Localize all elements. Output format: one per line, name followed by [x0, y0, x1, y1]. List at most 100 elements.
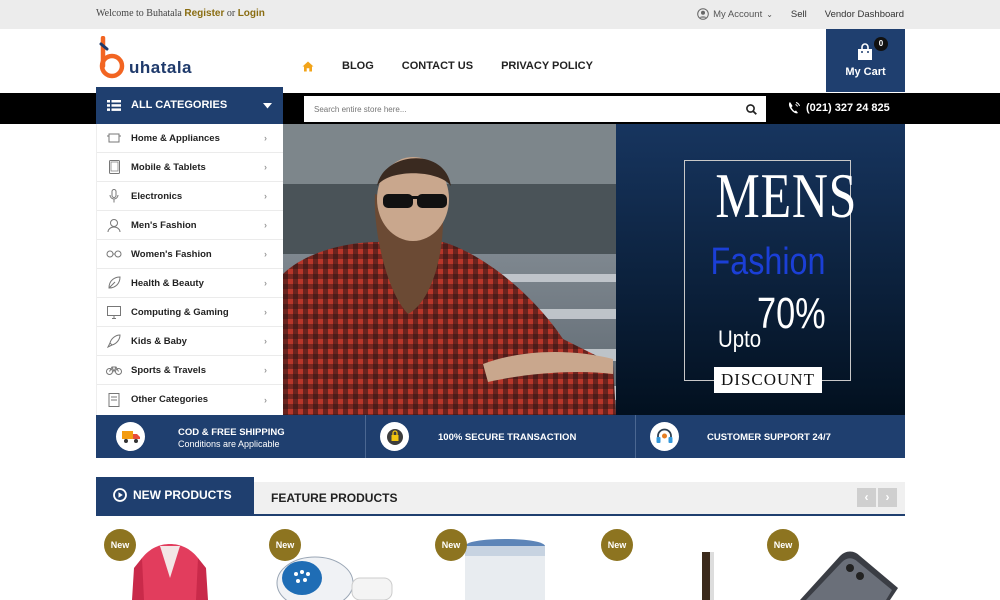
- search-box: [304, 96, 766, 122]
- phone-number: (021) 327 24 825: [806, 102, 890, 114]
- tab-label: FEATURE PRODUCTS: [271, 491, 398, 505]
- logo-b-icon: [99, 36, 125, 79]
- all-categories-label: ALL CATEGORIES: [131, 99, 228, 111]
- promo-upto: Upto: [718, 326, 762, 353]
- chevron-down-icon: ⌄: [766, 9, 773, 19]
- vendor-dashboard-link[interactable]: Vendor Dashboard: [825, 9, 904, 20]
- category-item-mens-fashion[interactable]: Men's Fashion ›: [97, 211, 284, 240]
- tab-label: NEW PRODUCTS: [133, 488, 232, 502]
- category-label: Electronics: [131, 190, 183, 202]
- feature-title: COD & FREE SHIPPING: [178, 427, 285, 438]
- logo[interactable]: uhatala: [97, 36, 217, 80]
- home-icon[interactable]: [302, 61, 314, 72]
- my-account-label: My Account: [713, 8, 763, 20]
- chevron-right-icon: ›: [264, 365, 267, 375]
- monitor-icon: [97, 298, 131, 327]
- tab-new-products[interactable]: NEW PRODUCTS: [96, 477, 254, 515]
- product-card[interactable]: [460, 538, 550, 600]
- feature-secure: 100% SECURE TRANSACTION: [366, 415, 635, 458]
- chevron-right-icon: ›: [264, 191, 267, 201]
- caret-down-icon: [263, 103, 272, 109]
- top-bar: Welcome to Buhatala Register or Login My…: [0, 0, 1000, 29]
- category-label: Health & Beauty: [131, 277, 204, 289]
- new-badge: New: [104, 529, 136, 561]
- rocket-icon: [97, 327, 131, 356]
- feature-support: CUSTOMER SUPPORT 24/7: [636, 415, 905, 458]
- product-image-container: [465, 539, 545, 600]
- nav-contact-us[interactable]: CONTACT US: [402, 60, 473, 72]
- nav-blog[interactable]: BLOG: [342, 60, 374, 72]
- promo-subtitle: Fashion: [710, 241, 826, 283]
- man-icon: [97, 211, 131, 240]
- chevron-right-icon: ›: [264, 220, 267, 230]
- feature-title: 100% SECURE TRANSACTION: [438, 432, 577, 443]
- category-item-health-beauty[interactable]: Health & Beauty ›: [97, 269, 284, 298]
- category-item-home-appliances[interactable]: Home & Appliances ›: [97, 124, 284, 153]
- phone-icon: [788, 102, 800, 114]
- bearded-man-photo: [283, 124, 616, 415]
- product-card[interactable]: [680, 538, 740, 600]
- category-item-sports-travels[interactable]: Sports & Travels ›: [97, 356, 284, 385]
- welcome-message: Welcome to Buhatala Register or Login: [96, 8, 265, 19]
- welcome-text: Welcome to Buhatala: [96, 8, 182, 19]
- category-label: Other Categories: [131, 394, 209, 405]
- or-text: or: [226, 8, 236, 19]
- product-tabs: NEW PRODUCTS FEATURE PRODUCTS: [96, 477, 905, 515]
- category-item-mobile-tablets[interactable]: Mobile & Tablets ›: [97, 153, 284, 182]
- phone-contact: (021) 327 24 825: [787, 101, 890, 115]
- list-icon: [107, 100, 121, 111]
- category-item-electronics[interactable]: Electronics ›: [97, 182, 284, 211]
- feature-shipping: COD & FREE SHIPPING Conditions are Appli…: [96, 415, 365, 458]
- chevron-right-icon: ›: [264, 249, 267, 259]
- book-icon: [97, 385, 131, 414]
- bicycle-icon: [97, 356, 131, 385]
- appliance-icon: [97, 124, 131, 153]
- chevron-right-icon: ›: [264, 278, 267, 288]
- main-nav: BLOG CONTACT US PRIVACY POLICY: [302, 60, 593, 72]
- feature-title: CUSTOMER SUPPORT 24/7: [707, 432, 831, 443]
- tab-underline: [96, 514, 905, 516]
- chevron-right-icon: ›: [264, 336, 267, 346]
- search-icon[interactable]: [746, 104, 757, 115]
- new-badge: New: [269, 529, 301, 561]
- carousel-next-button[interactable]: ›: [878, 488, 897, 507]
- promo-discount-tag: DISCOUNT: [714, 367, 822, 393]
- register-link[interactable]: Register: [184, 8, 224, 19]
- cart-button[interactable]: 0 My Cart: [826, 29, 905, 92]
- search-input[interactable]: [304, 96, 734, 122]
- tab-feature-products[interactable]: FEATURE PRODUCTS: [254, 482, 905, 515]
- carousel-prev-button[interactable]: ‹: [857, 488, 876, 507]
- new-badge: New: [767, 529, 799, 561]
- promo-percent: 70%: [757, 289, 826, 338]
- category-label: Men's Fashion: [131, 219, 197, 231]
- tablet-icon: [97, 153, 131, 182]
- category-item-other[interactable]: Other Categories ›: [97, 385, 284, 414]
- play-circle-icon: [113, 488, 127, 502]
- product-image-device: [702, 552, 714, 600]
- all-categories-toggle[interactable]: ALL CATEGORIES: [96, 87, 283, 124]
- login-link[interactable]: Login: [238, 8, 265, 19]
- chevron-right-icon: ›: [264, 307, 267, 317]
- my-account-menu[interactable]: My Account ⌄: [697, 8, 773, 20]
- chevron-right-icon: ›: [264, 162, 267, 172]
- shopping-bag-icon: [858, 43, 872, 60]
- category-label: Computing & Gaming: [131, 306, 229, 318]
- new-badge: New: [601, 529, 633, 561]
- nav-privacy-policy[interactable]: PRIVACY POLICY: [501, 60, 593, 72]
- hero-banner-photo[interactable]: [283, 124, 616, 415]
- feature-subtitle: Conditions are Applicable: [178, 439, 280, 449]
- microphone-icon: [97, 182, 131, 211]
- cart-label: My Cart: [845, 66, 886, 78]
- sell-link[interactable]: Sell: [791, 9, 807, 20]
- category-item-womens-fashion[interactable]: Women's Fashion ›: [97, 240, 284, 269]
- truck-icon: [116, 422, 145, 451]
- logo-text: uhatala: [129, 58, 193, 77]
- category-label: Women's Fashion: [131, 248, 212, 260]
- category-item-computing-gaming[interactable]: Computing & Gaming ›: [97, 298, 284, 327]
- category-menu: Home & Appliances › Mobile & Tablets › E…: [96, 124, 284, 415]
- promo-title: MENS: [715, 160, 858, 231]
- chevron-right-icon: ›: [264, 133, 267, 143]
- category-item-kids-baby[interactable]: Kids & Baby ›: [97, 327, 284, 356]
- leaf-icon: [97, 269, 131, 298]
- new-badge: New: [435, 529, 467, 561]
